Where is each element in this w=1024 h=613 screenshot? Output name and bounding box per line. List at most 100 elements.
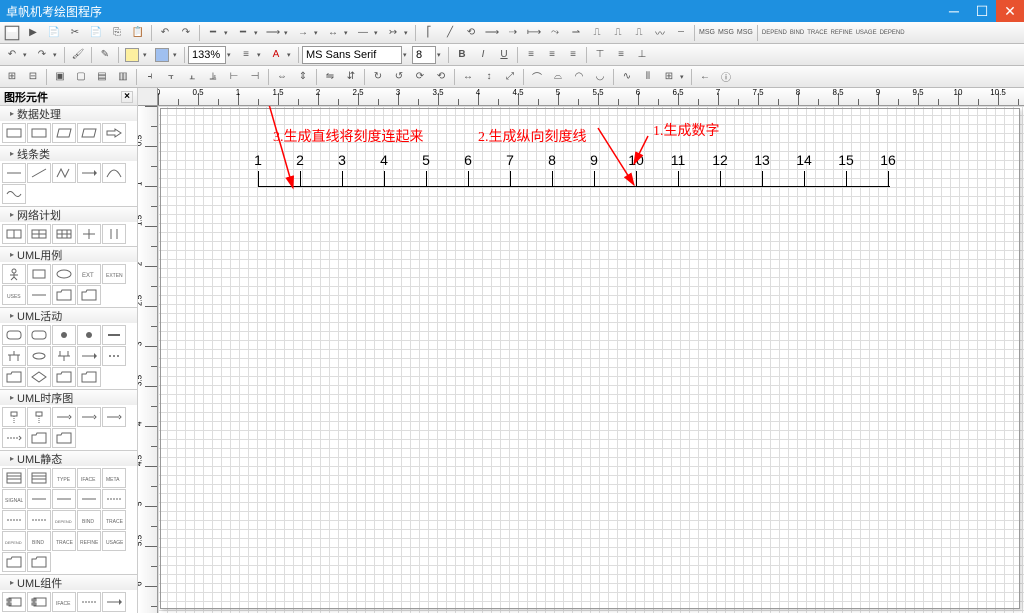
shape-arrow-r[interactable] [102, 123, 126, 143]
shape-folder[interactable] [77, 285, 101, 305]
align-icon[interactable]: ⫠ [182, 68, 202, 86]
shape-ret[interactable] [2, 428, 26, 448]
step-icon[interactable]: ⎍ [587, 24, 607, 42]
fill-color-icon[interactable] [122, 46, 142, 64]
dropdown-icon[interactable]: ▾ [254, 29, 262, 37]
dropdown-icon[interactable]: ▾ [314, 29, 322, 37]
dropdown-icon[interactable]: ▾ [403, 51, 411, 59]
shape-bind[interactable]: BIND [27, 531, 51, 551]
align-right-icon[interactable]: ≡ [563, 46, 583, 64]
dropdown-icon[interactable]: ▾ [404, 29, 412, 37]
flip-h-icon[interactable]: ⇋ [320, 68, 340, 86]
brush-icon[interactable]: ✎ [95, 46, 115, 64]
category-title[interactable]: UML静态 [0, 451, 137, 466]
shape-grid3[interactable] [27, 224, 51, 244]
dropdown-icon[interactable]: ▾ [257, 51, 265, 59]
front-icon[interactable]: ▣ [50, 68, 70, 86]
text-label-icon[interactable]: MSG [736, 24, 754, 42]
shape-folder[interactable] [2, 367, 26, 387]
bind-label-icon[interactable]: BIND [789, 24, 805, 42]
shape-grid4[interactable] [52, 224, 76, 244]
category-title[interactable]: UML活动 [0, 308, 137, 323]
shape-life[interactable] [27, 407, 51, 427]
shape-msg[interactable] [102, 407, 126, 427]
shape-bind[interactable]: BIND [77, 510, 101, 530]
rotate-icon[interactable]: ↻ [368, 68, 388, 86]
paste-icon[interactable]: 📋 [128, 24, 148, 42]
redo-icon[interactable]: ↷ [32, 46, 52, 64]
undo-icon[interactable]: ↶ [155, 24, 175, 42]
shape-box[interactable] [27, 264, 51, 284]
shape-state[interactable] [27, 325, 51, 345]
shape-diamond[interactable] [27, 367, 51, 387]
category-title[interactable]: UML用例 [0, 247, 137, 262]
category-title[interactable]: 数据处理 [0, 106, 137, 121]
shape-depend[interactable]: DEPEND [52, 510, 76, 530]
arrow-style-icon[interactable]: ⟶ [482, 24, 502, 42]
cut-icon[interactable]: ✂ [65, 24, 85, 42]
shape-arrow[interactable] [102, 592, 126, 612]
fontsize-combo[interactable]: 8 [412, 46, 436, 64]
shape-folder[interactable] [77, 367, 101, 387]
paint-icon[interactable]: 🖌 [68, 46, 88, 64]
save-icon[interactable] [2, 24, 22, 42]
line-icon[interactable]: — [353, 24, 373, 42]
dashed-icon[interactable]: ┄ [671, 24, 691, 42]
shape-ext[interactable]: EXT [77, 264, 101, 284]
line-icon[interactable]: ⟶ [263, 24, 283, 42]
shape-rect[interactable] [27, 123, 51, 143]
shape-bound-r[interactable]: USES [2, 285, 26, 305]
shape-line[interactable] [27, 285, 51, 305]
drawing-canvas[interactable]: 12345678910111213141516 3.生成直线将刻度连起来 2.生… [158, 106, 1024, 613]
shape-diag[interactable] [27, 163, 51, 183]
shape-class[interactable] [27, 468, 51, 488]
step-icon[interactable]: ⎍ [608, 24, 628, 42]
arrow-style-icon[interactable]: ⇢ [503, 24, 523, 42]
shape-dot[interactable] [77, 325, 101, 345]
arrow-style-icon[interactable]: ⟼ [524, 24, 544, 42]
align-icon[interactable]: ⊣ [245, 68, 265, 86]
shape-merge[interactable] [52, 346, 76, 366]
maximize-button[interactable]: ☐ [968, 0, 996, 22]
bars-icon[interactable]: ⦀ [638, 68, 658, 86]
shape-line[interactable] [2, 163, 26, 183]
category-title[interactable]: UML时序图 [0, 390, 137, 405]
shape-folder[interactable] [2, 552, 26, 572]
shape-folder[interactable] [27, 428, 51, 448]
shape-plus[interactable] [77, 224, 101, 244]
dropdown-icon[interactable]: ▾ [173, 51, 181, 59]
forward-icon[interactable]: ▤ [92, 68, 112, 86]
backward-icon[interactable]: ▥ [113, 68, 133, 86]
dropdown-icon[interactable]: ▾ [284, 29, 292, 37]
arc-icon[interactable]: ⌓ [548, 68, 568, 86]
shape-dash[interactable] [2, 510, 26, 530]
shape-comp[interactable] [2, 592, 26, 612]
refine-label-icon[interactable]: REFINE [830, 24, 854, 42]
line-color-icon[interactable] [152, 46, 172, 64]
shape-dots[interactable] [102, 346, 126, 366]
shape-trace[interactable]: TRACE [52, 531, 76, 551]
dropdown-icon[interactable]: ▾ [224, 29, 232, 37]
depend-label-icon[interactable]: DEPEND [879, 24, 906, 42]
dropdown-icon[interactable]: ▾ [344, 29, 352, 37]
valign-bottom-icon[interactable]: ⊥ [632, 46, 652, 64]
category-title[interactable]: UML组件 [0, 575, 137, 590]
underline-icon[interactable]: U [494, 46, 514, 64]
shape-dot[interactable] [52, 325, 76, 345]
distribute-icon[interactable]: ⇔ [272, 68, 292, 86]
shape-actor[interactable] [2, 264, 26, 284]
line-icon[interactable]: ━ [233, 24, 253, 42]
shape-arrow[interactable] [77, 346, 101, 366]
shape-para[interactable] [52, 123, 76, 143]
sidebar-close-icon[interactable]: × [121, 91, 133, 103]
usage-label-icon[interactable]: USAGE [855, 24, 878, 42]
dropdown-icon[interactable]: ▾ [680, 73, 688, 81]
shape-folder[interactable] [52, 285, 76, 305]
dim-icon[interactable]: ↔ [458, 68, 478, 86]
shape-type[interactable]: TYPE [52, 468, 76, 488]
shape-bound-l[interactable]: EXTEND [102, 264, 126, 284]
step-icon[interactable]: ⎍ [629, 24, 649, 42]
dropdown-icon[interactable]: ▾ [437, 51, 445, 59]
redo-icon[interactable]: ↷ [176, 24, 196, 42]
text-label-icon[interactable]: MSG [717, 24, 735, 42]
